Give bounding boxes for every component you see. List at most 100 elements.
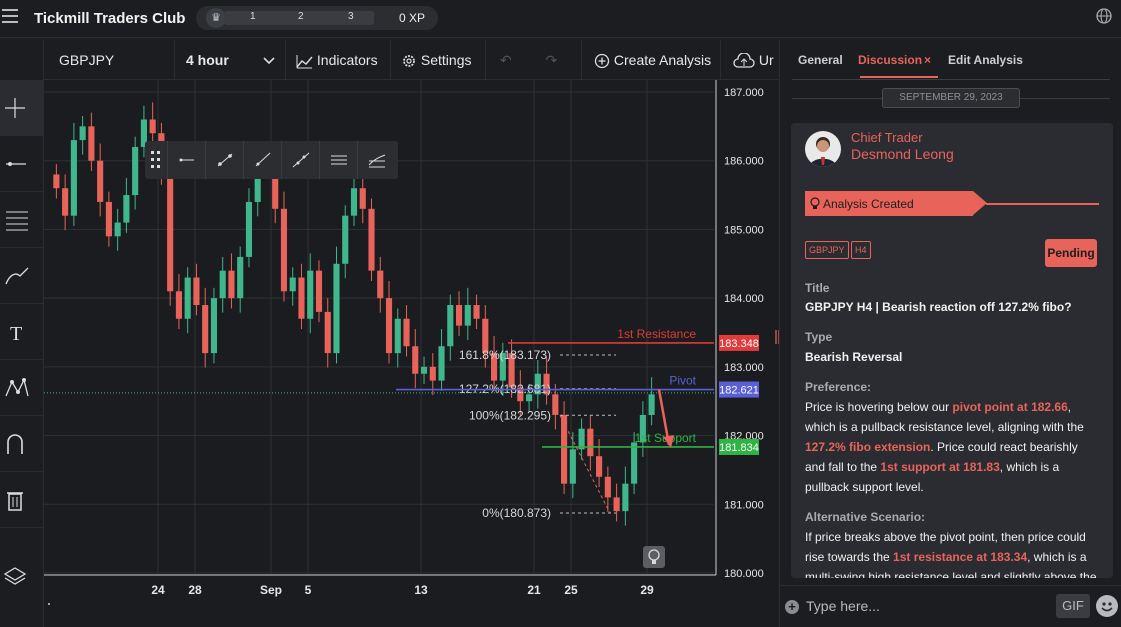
candle-body — [193, 277, 200, 306]
fib-channel-tool[interactable] — [357, 141, 395, 179]
drawing-tools-sidebar: T — [0, 40, 44, 627]
candle-body — [324, 311, 331, 354]
author-name[interactable]: Desmond Leong — [851, 146, 954, 162]
gif-button[interactable]: GIF — [1056, 594, 1090, 618]
undo-redo-group: ↶ ↷ — [486, 40, 582, 80]
close-icon[interactable]: × — [924, 53, 931, 67]
preference-label: Preference: — [805, 380, 872, 394]
alternative-text: If price breaks above the pivot point, t… — [805, 527, 1101, 578]
candle-body — [464, 305, 471, 326]
symbol-tag[interactable]: GBPJPY — [805, 241, 849, 259]
timeframe-tag[interactable]: H4 — [851, 241, 871, 259]
title-label: Title — [805, 281, 830, 295]
timeframe-dropdown[interactable]: 4 hour — [175, 40, 286, 80]
tab-edit-analysis[interactable]: Edit Analysis — [948, 53, 1023, 67]
pattern-tool[interactable] — [0, 360, 44, 416]
candle-body — [552, 394, 559, 415]
tab-discussion[interactable]: Discussion — [858, 53, 922, 67]
analysis-created-banner: Analysis Created — [805, 191, 973, 216]
level-label: Pivot — [669, 374, 696, 388]
candle-body — [368, 208, 375, 271]
candle-body — [289, 277, 296, 292]
layers-tool[interactable] — [0, 548, 44, 604]
origin-marker — [48, 603, 50, 605]
plus-circle-icon — [594, 54, 610, 69]
date-separator: SEPTEMBER 29, 2023 — [882, 88, 1020, 108]
ray-tool[interactable] — [243, 141, 281, 179]
create-analysis-button[interactable]: Create Analysis — [582, 40, 721, 80]
candle-body — [228, 270, 235, 299]
crosshair-icon — [5, 98, 25, 118]
timeframe-label: 4 hour — [186, 52, 229, 68]
candle-body — [385, 298, 393, 354]
fib-channel-icon — [368, 154, 386, 168]
emoji-icon[interactable] — [1096, 595, 1118, 617]
undo-icon[interactable]: ↶ — [500, 52, 512, 68]
x-tick-label: 21 — [527, 583, 541, 597]
chart-toolbar: GBPJPY 4 hour Indicators Settings ↶ ↷ Cr… — [44, 40, 778, 80]
redo-icon[interactable]: ↷ — [546, 52, 558, 68]
extended-line-tool[interactable] — [281, 141, 319, 179]
candle-body — [167, 174, 174, 292]
candle-body — [561, 414, 568, 484]
price-tag-label: 182.621 — [719, 385, 759, 397]
candle-body — [298, 277, 305, 319]
text-icon: T — [10, 323, 22, 344]
settings-button[interactable]: Settings — [391, 40, 486, 80]
type-label: Type — [805, 330, 833, 344]
xp-level-1: 1 — [250, 11, 256, 22]
menu-icon[interactable] — [2, 9, 18, 23]
candle-body — [613, 497, 620, 512]
channel-icon — [331, 155, 347, 165]
crosshair-tool[interactable] — [0, 80, 44, 136]
candle-body — [245, 201, 253, 257]
drag-handle-icon[interactable] — [151, 151, 161, 169]
horizontal-ray-tool[interactable] — [167, 141, 205, 179]
fib-tool[interactable] — [0, 192, 44, 248]
x-tick-label: 29 — [640, 583, 654, 597]
xp-progress[interactable]: ♛ 1 2 3 0 XP — [196, 6, 438, 30]
globe-icon[interactable] — [1095, 7, 1113, 25]
fib-level-label: 0%(180.873) — [482, 506, 551, 520]
tab-general[interactable]: General — [798, 53, 843, 67]
upload-button[interactable]: Ur — [721, 40, 778, 80]
candle-body — [132, 146, 139, 196]
candle-body — [70, 140, 77, 216]
candle-body — [219, 270, 226, 299]
text-tool[interactable]: T — [0, 304, 44, 360]
price-tag-label: 183.348 — [719, 338, 759, 350]
fib-level-label: 161.8%(183.173) — [459, 348, 551, 362]
lightbulb-icon — [810, 197, 820, 209]
symbol-selector[interactable]: GBPJPY — [44, 40, 175, 80]
delete-tool[interactable] — [0, 472, 44, 528]
idea-icon — [643, 546, 665, 568]
analysis-type: Bearish Reversal — [805, 350, 903, 364]
cloud-upload-icon — [733, 52, 755, 68]
chevron-down-icon — [263, 57, 275, 65]
line-icon — [6, 162, 26, 166]
candle-body — [315, 270, 323, 312]
analysis-card: Chief Trader Desmond Leong Analysis Crea… — [791, 123, 1113, 578]
candle-body — [631, 442, 638, 484]
trend-line-tool[interactable] — [0, 136, 44, 192]
svg-text:T: T — [10, 323, 22, 344]
candle-body — [569, 449, 576, 484]
candle-body — [333, 263, 340, 354]
indicators-button[interactable]: Indicators — [286, 40, 391, 80]
extended-line-icon — [292, 152, 310, 168]
magnet-tool[interactable] — [0, 416, 44, 472]
xp-value: 0 XP — [399, 11, 426, 25]
segment-tool[interactable] — [205, 141, 243, 179]
candle-body — [237, 256, 244, 299]
message-input[interactable]: Type here... — [806, 598, 880, 614]
avatar — [805, 131, 841, 167]
add-attachment-icon[interactable]: + — [785, 600, 799, 614]
alternative-label: Alternative Scenario: — [805, 510, 926, 524]
x-tick-label: 13 — [414, 583, 428, 597]
y-tick-label: 186.000 — [724, 156, 764, 168]
candle-body — [210, 298, 218, 354]
y-tick-label: 187.000 — [724, 87, 764, 99]
brush-tool[interactable] — [0, 248, 44, 304]
parallel-channel-tool[interactable] — [319, 141, 357, 179]
layers-icon — [4, 567, 27, 585]
